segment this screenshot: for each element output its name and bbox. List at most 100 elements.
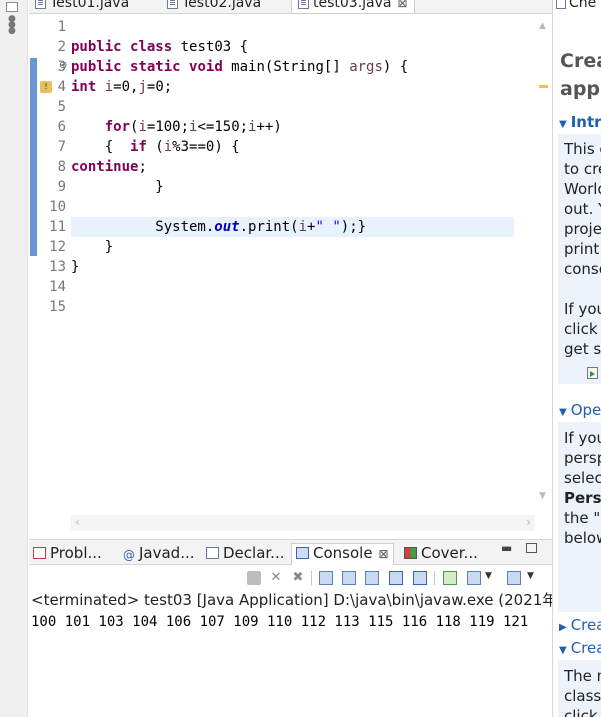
section-text: If you <box>564 300 601 318</box>
section-text: click t <box>564 320 601 338</box>
fold-icon[interactable]: ⊖ <box>59 60 67 71</box>
line-number-gutter: 1 2 3 ⊖ ! 4 5 6 7 8 9 10 11 12 13 14 15 <box>38 15 68 531</box>
horizontal-scrollbar[interactable]: ‹ › <box>71 515 535 531</box>
code-text: ) { <box>382 59 409 75</box>
chevron-right-icon: ▶ <box>559 622 567 633</box>
left-trim-bar: ● ● ● <box>0 0 28 717</box>
remove-launch-icon[interactable]: ✕ <box>269 571 283 585</box>
code-text: test03 { <box>172 39 249 55</box>
line-number: 8 <box>57 159 66 175</box>
run-icon[interactable] <box>587 367 598 379</box>
section-text: The n <box>564 667 601 685</box>
section-create-project[interactable]: ▶Crea <box>559 615 601 638</box>
overview-ruler[interactable]: ▲ ▼ <box>535 15 552 515</box>
code-line-8: continue; <box>71 157 514 177</box>
view-menu-dots-icon[interactable]: ● ● ● <box>8 15 16 36</box>
string-literal: " " <box>315 219 341 235</box>
section-text: print <box>564 240 600 258</box>
code-text: ( <box>146 139 164 155</box>
static-field: out <box>214 219 240 235</box>
cheat-sheet-panel: Che Crea appl ▼Intro This c to cre World… <box>552 0 601 717</box>
section-text: persp <box>564 449 601 467</box>
terminate-icon[interactable] <box>247 571 261 585</box>
code-text: %3==0) { <box>172 139 240 155</box>
line-number: 9 <box>57 179 66 195</box>
tab-console[interactable]: Console ⊠ <box>291 543 394 565</box>
console-output[interactable]: 100 101 103 104 106 107 109 110 112 113 … <box>29 610 552 717</box>
chevron-down-icon: ▼ <box>559 645 567 656</box>
variable: i <box>138 119 147 135</box>
tab-test02[interactable]: Test02.java <box>167 0 261 14</box>
tab-label: test03.java <box>313 0 392 11</box>
section-text: below <box>564 529 601 547</box>
section-text: If you <box>564 429 601 447</box>
tab-test03[interactable]: test03.java ⊠ <box>291 0 415 14</box>
section-create-class[interactable]: ▼Crea <box>559 638 601 661</box>
scroll-down-icon[interactable]: ▼ <box>539 491 546 501</box>
tab-javadoc[interactable]: @ Javad... <box>123 544 195 566</box>
display-console-icon[interactable] <box>467 571 481 585</box>
tab-label: Javad... <box>139 544 195 562</box>
toolbar-separator <box>434 571 435 585</box>
code-text: =100; <box>146 119 190 135</box>
editor-tab-bar: Test01.java Test02.java test03.java ⊠ <box>29 0 552 14</box>
maximize-icon[interactable] <box>526 543 537 553</box>
cheat-sheet-title: appl <box>560 78 601 100</box>
pin-console-icon[interactable] <box>443 571 457 585</box>
variable: i <box>163 139 173 155</box>
console-toolbar: ✕ ✖ ▼ ▼ <box>29 566 552 590</box>
line-number: 11 <box>49 219 66 235</box>
toolbar-separator <box>311 571 312 585</box>
chevron-down-icon[interactable]: ▼ <box>527 571 534 581</box>
word-wrap-icon[interactable] <box>365 571 379 585</box>
line-number: 15 <box>49 299 66 315</box>
section-open-perspective[interactable]: ▼ Ope <box>559 400 601 423</box>
variable: i <box>298 219 308 235</box>
minimize-icon[interactable] <box>6 2 18 12</box>
tab-problems[interactable]: Probl... <box>33 544 102 566</box>
keyword: int <box>71 79 97 95</box>
code-line-6: for(i=100;i<=150;i++) <box>71 117 514 137</box>
tab-declaration[interactable]: Declar... <box>206 544 284 566</box>
code-text: System. <box>71 219 215 235</box>
close-icon[interactable]: ⊠ <box>397 0 407 10</box>
keyword: continue <box>71 159 139 175</box>
cheat-sheet-title: Crea <box>560 50 601 72</box>
tab-test01[interactable]: Test01.java <box>35 0 129 14</box>
minimize-icon[interactable]: ▬ <box>501 541 512 555</box>
clear-console-icon[interactable] <box>319 571 333 585</box>
line-number: 2 <box>57 39 66 55</box>
java-file-icon <box>35 0 46 9</box>
code-text: <=150; <box>197 119 249 135</box>
chevron-down-icon: ▼ <box>559 407 567 418</box>
code-text: );} <box>340 219 367 235</box>
line-number: 13 <box>49 259 66 275</box>
section-text: conso <box>564 260 601 278</box>
section-introduction[interactable]: ▼Intro <box>559 112 601 135</box>
variable: i <box>248 119 257 135</box>
remove-all-terminated-icon[interactable]: ✖ <box>291 571 305 585</box>
tab-cheat-sheet[interactable]: Che <box>556 0 596 11</box>
show-console-stderr-icon[interactable] <box>413 571 427 585</box>
code-editor[interactable]: 1 2 3 ⊖ ! 4 5 6 7 8 9 10 11 12 13 14 15 … <box>29 15 552 531</box>
code-text-area[interactable]: public class test03 { public static void… <box>71 15 514 515</box>
bottom-view-tab-bar: Probl... @ Javad... Declar... Console ⊠ Co… <box>29 539 552 565</box>
scroll-left-icon[interactable]: ‹ <box>75 515 80 529</box>
tab-coverage[interactable]: Cover... <box>404 544 478 566</box>
cheat-sheet-icon <box>556 0 566 9</box>
warning-overview-marker[interactable] <box>539 85 548 88</box>
show-console-stdout-icon[interactable] <box>389 571 403 585</box>
code-line-3: public static void main(String[] args) { <box>71 57 514 77</box>
open-console-icon[interactable] <box>507 571 521 585</box>
close-icon[interactable]: ⊠ <box>379 547 389 561</box>
console-output-line: 100 101 103 104 106 107 109 110 112 113 … <box>31 614 529 630</box>
keyword: if <box>130 139 147 155</box>
code-text: .print( <box>239 219 299 235</box>
section-text: This c <box>564 140 601 158</box>
tab-label: Probl... <box>50 544 102 562</box>
scroll-up-icon[interactable]: ▲ <box>539 21 546 31</box>
scroll-right-icon[interactable]: › <box>526 515 531 529</box>
scroll-lock-icon[interactable] <box>342 571 356 585</box>
code-line-4: int i=0,j=0; <box>71 77 514 97</box>
chevron-down-icon[interactable]: ▼ <box>485 571 492 581</box>
